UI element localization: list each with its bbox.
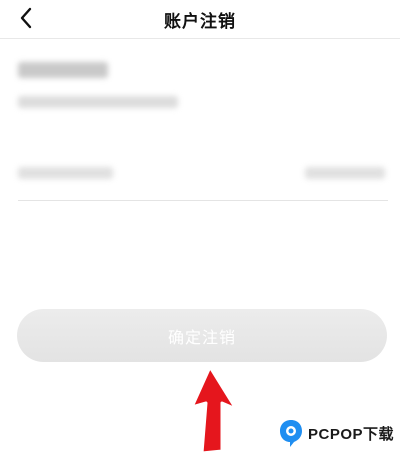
back-button[interactable] — [12, 4, 40, 32]
page-title: 账户注销 — [164, 11, 236, 32]
divider — [18, 200, 388, 201]
account-info-blurred — [18, 96, 178, 108]
red-arrow-icon — [190, 365, 238, 455]
chevron-left-icon — [20, 7, 32, 29]
row-value-blurred — [305, 167, 385, 179]
row-label-blurred — [18, 167, 113, 179]
watermark-text: PCPOP下载 — [308, 425, 395, 443]
pcpop-logo-icon — [280, 420, 302, 447]
watermark: PCPOP下载 — [278, 418, 394, 448]
confirm-cancel-account-button[interactable]: 确定注销 — [17, 309, 387, 362]
top-bar: 账户注销 — [0, 0, 400, 39]
account-name-blurred — [18, 62, 108, 78]
